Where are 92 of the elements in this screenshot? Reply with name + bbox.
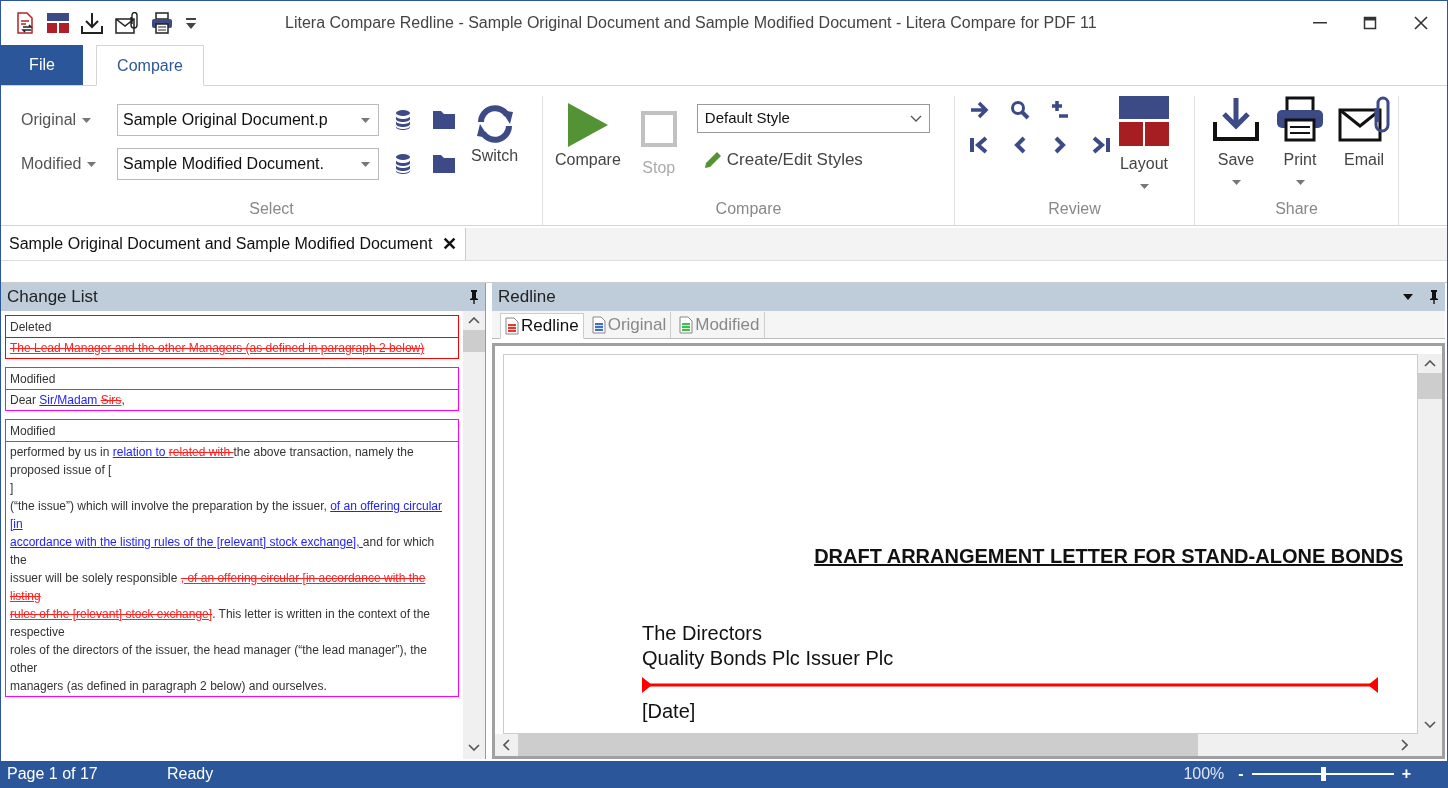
caret-icon <box>1139 184 1149 189</box>
previous-icon[interactable] <box>1013 136 1027 154</box>
plus-minus-icon[interactable] <box>1050 100 1070 120</box>
change-text: Dear Sir/Madam Sirs, <box>9 392 126 409</box>
printer-icon[interactable] <box>151 12 173 34</box>
window-title: Litera Compare Redline - Sample Original Document and Sample Modified Document - Litera Compare for PDF 11 <box>285 13 1097 33</box>
close-tab-button[interactable]: ✕ <box>442 230 458 258</box>
email-button[interactable]: Email <box>1335 96 1393 197</box>
print-button[interactable]: Print <box>1271 96 1329 197</box>
group-label: Review <box>1047 199 1102 219</box>
document-text: The Directors <box>642 621 764 646</box>
save-button[interactable]: Save <box>1207 96 1265 197</box>
pencil-icon <box>702 149 723 170</box>
caret-icon <box>361 117 370 123</box>
folder-icon <box>433 111 455 129</box>
panel-header: Redline <box>492 283 1445 311</box>
document-tab[interactable]: Sample Original Document and Sample Modified Document ✕ <box>1 228 467 260</box>
scroll-up-icon[interactable] <box>468 317 480 324</box>
database-button[interactable] <box>395 109 411 131</box>
printer-icon <box>1275 96 1325 142</box>
scroll-thumb[interactable] <box>1418 373 1442 399</box>
zoom-slider[interactable] <box>1251 767 1394 781</box>
dropdown-icon[interactable] <box>1403 294 1413 300</box>
switch-button[interactable]: Switch <box>471 104 519 168</box>
change-type: Modified <box>6 420 458 442</box>
zoom-percent: 100% <box>1183 764 1225 784</box>
document-text: [Date] <box>642 699 697 724</box>
caret-icon <box>87 161 97 167</box>
folder-button[interactable] <box>433 155 455 173</box>
play-icon <box>565 102 610 148</box>
change-type: Deleted <box>6 316 458 338</box>
customize-dropdown-icon[interactable] <box>185 16 197 30</box>
chevron-down-icon <box>909 115 922 122</box>
scrollbar[interactable] <box>463 311 485 759</box>
next-icon[interactable] <box>1053 136 1067 154</box>
download-icon[interactable] <box>81 12 103 34</box>
change-item[interactable]: Deleted The Lead Manager and the other Managers (as defined in paragraph 2 below) <box>5 315 459 359</box>
create-edit-styles-button[interactable]: Create/Edit Styles <box>696 147 930 173</box>
change-text: The Lead Manager and the other Managers (as defined in paragraph 2 below) <box>9 340 426 357</box>
maximize-icon <box>1363 16 1377 30</box>
scroll-down-icon[interactable] <box>1424 721 1436 728</box>
document-type-dropdown[interactable]: Original <box>21 108 117 132</box>
panel-header: Change List <box>1 283 485 311</box>
layout-icon <box>1119 96 1169 146</box>
pin-icon[interactable] <box>1429 290 1439 304</box>
scroll-left-icon[interactable] <box>503 739 510 751</box>
download-icon <box>1212 96 1260 142</box>
caret-icon <box>361 161 370 167</box>
database-icon <box>395 153 411 175</box>
page-indicator: Page 1 of 17 <box>7 764 99 784</box>
document-type-dropdown[interactable]: Modified <box>21 152 117 176</box>
file-combobox[interactable]: Sample Modified Document. <box>117 148 379 180</box>
scroll-thumb[interactable] <box>518 734 1198 756</box>
folder-icon <box>433 155 455 173</box>
ribbon-tab[interactable]: Compare <box>96 45 204 86</box>
scrollbar[interactable] <box>1418 354 1442 734</box>
app-icon <box>15 12 35 34</box>
database-button[interactable] <box>395 153 411 175</box>
ribbon-button[interactable]: Compare <box>555 102 621 172</box>
group-label: Select <box>248 199 295 219</box>
minimize-icon <box>1313 22 1327 24</box>
zoom-in-button[interactable]: + <box>1401 762 1411 786</box>
mail-attachment-icon[interactable] <box>115 12 139 34</box>
change-item[interactable]: Modified Dear Sir/Madam Sirs, <box>5 367 459 411</box>
scroll-right-icon[interactable] <box>1401 739 1408 751</box>
layout-button[interactable]: Layout <box>1119 96 1169 197</box>
scroll-thumb[interactable] <box>463 330 485 352</box>
scroll-up-icon[interactable] <box>1424 360 1436 367</box>
pin-icon[interactable] <box>469 290 479 304</box>
file-tab[interactable]: File <box>1 45 83 85</box>
folder-button[interactable] <box>433 111 455 129</box>
right-arrow-icon[interactable] <box>970 101 990 119</box>
change-type: Modified <box>6 368 458 390</box>
status-text: Ready <box>167 764 214 784</box>
zoom-out-button[interactable]: - <box>1238 762 1244 786</box>
slider-thumb[interactable] <box>1320 767 1326 781</box>
change-text: performed by us in relation to related with the above transaction, namely the proposed issue of [ ] (“the issue”) which will involve the preparation by the issuer, of an offering circular [in accordance with the listing rules of the [relevant] stock exchange], and for which the issuer will be solely responsible , of an offering circular [in accordance with the listing rules of the [relevant] stock exchange]. This letter is written in the context of the respective roles of the directors of the issuer, the head manager (“the lead manager”), the other managers (as defined in paragraph 2 below) and ourselves. <box>9 444 443 695</box>
file-combobox[interactable]: Sample Original Document.p <box>117 104 379 136</box>
document-heading: DRAFT ARRANGEMENT LETTER FOR STAND-ALONE BONDS <box>814 544 1403 569</box>
caret-icon <box>82 117 92 123</box>
group-label: Share <box>1274 199 1319 219</box>
group-label: Compare <box>714 199 783 219</box>
scrollbar[interactable] <box>495 734 1442 756</box>
scroll-down-icon[interactable] <box>468 744 480 751</box>
close-icon <box>1413 15 1429 31</box>
mail-attachment-icon <box>1338 96 1390 142</box>
document-text: Quality Bonds Plc Issuer Plc <box>642 646 895 671</box>
search-icon[interactable] <box>1010 100 1030 120</box>
view-tab[interactable]: Redline <box>500 313 584 339</box>
database-icon <box>395 109 411 131</box>
layout-icon[interactable] <box>47 13 69 33</box>
style-dropdown[interactable]: Default Style <box>696 104 930 133</box>
